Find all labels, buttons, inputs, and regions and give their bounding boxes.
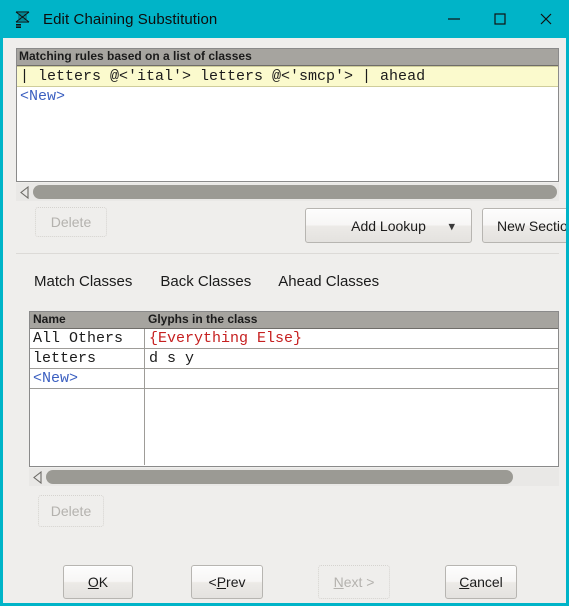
rules-horizontal-scrollbar[interactable] [16, 183, 559, 201]
matching-rules-list[interactable]: Matching rules based on a list of classe… [16, 48, 559, 182]
column-header-glyphs: Glyphs in the class [148, 312, 258, 326]
prev-label-prefix: < [208, 574, 217, 590]
rule-row[interactable]: | letters @<'ital'> letters @<'smcp'> | … [17, 66, 558, 87]
tab-match-classes[interactable]: Match Classes [34, 273, 132, 290]
rules-scroll-track[interactable] [33, 183, 559, 201]
minimize-icon [448, 18, 460, 20]
column-header-name: Name [33, 312, 66, 326]
classes-horizontal-scrollbar[interactable] [29, 468, 559, 486]
rules-delete-button[interactable]: Delete [35, 207, 107, 237]
rule-row-new[interactable]: <New> [17, 87, 558, 106]
new-section-button[interactable]: New Sectio [482, 208, 568, 243]
title-bar: Edit Chaining Substitution [3, 0, 566, 38]
close-icon [540, 13, 552, 25]
scroll-left-arrow-icon[interactable] [16, 183, 33, 201]
classes-table-header: Name Glyphs in the class [30, 312, 558, 329]
next-label-suffix: ext > [343, 574, 375, 590]
matching-rules-header: Matching rules based on a list of classe… [17, 49, 558, 66]
classes-table[interactable]: Name Glyphs in the class All Others {Eve… [29, 311, 559, 467]
ok-accel: O [87, 574, 99, 590]
class-glyphs-cell: d s y [149, 350, 195, 367]
filler-name-column [30, 389, 145, 465]
maximize-button[interactable] [477, 0, 523, 38]
cancel-accel: C [459, 574, 470, 590]
table-row[interactable]: All Others {Everything Else} [30, 329, 558, 349]
fontforge-glyph-icon [13, 9, 33, 29]
edit-chaining-substitution-dialog: Edit Chaining Substitution Matching rule… [0, 0, 569, 606]
section-divider [16, 253, 559, 254]
maximize-icon [494, 13, 506, 25]
new-section-label: New Sectio [497, 217, 568, 234]
classes-delete-button[interactable]: Delete [38, 495, 104, 527]
window-title: Edit Chaining Substitution [43, 10, 218, 28]
classes-scroll-thumb[interactable] [46, 470, 513, 484]
close-button[interactable] [523, 0, 566, 38]
next-button[interactable]: Next > [318, 565, 390, 599]
classes-table-filler [30, 389, 558, 465]
rules-scroll-thumb[interactable] [33, 185, 557, 199]
class-glyphs-cell: {Everything Else} [149, 330, 303, 347]
class-glyphs-cell [145, 369, 558, 388]
cancel-button[interactable]: Cancel [445, 565, 517, 599]
class-name-cell: letters [30, 349, 145, 368]
minimize-button[interactable] [431, 0, 477, 38]
class-name-cell: All Others [30, 329, 145, 348]
cancel-label-suffix: ancel [469, 574, 503, 590]
ok-button[interactable]: OK [63, 565, 133, 599]
filler-glyphs-column [145, 389, 558, 465]
table-row-new[interactable]: <New> [30, 369, 558, 389]
scroll-left-arrow-icon[interactable] [29, 468, 46, 486]
classes-scroll-track[interactable] [46, 468, 559, 486]
add-lookup-label: Add Lookup [351, 217, 426, 234]
prev-label-suffix: rev [226, 574, 246, 590]
class-tabs: Match Classes Back Classes Ahead Classes [16, 268, 559, 294]
table-row[interactable]: letters d s y [30, 349, 558, 369]
prev-button[interactable]: < Prev [191, 565, 263, 599]
chevron-down-icon: ▾ [448, 218, 455, 233]
class-name-cell-new: <New> [30, 369, 145, 388]
add-lookup-button[interactable]: Add Lookup ▾ [305, 208, 472, 243]
tab-back-classes[interactable]: Back Classes [160, 273, 251, 290]
prev-accel: P [216, 574, 227, 590]
tab-ahead-classes[interactable]: Ahead Classes [278, 273, 379, 290]
next-accel: N [333, 574, 344, 590]
ok-label-suffix: K [98, 574, 109, 590]
